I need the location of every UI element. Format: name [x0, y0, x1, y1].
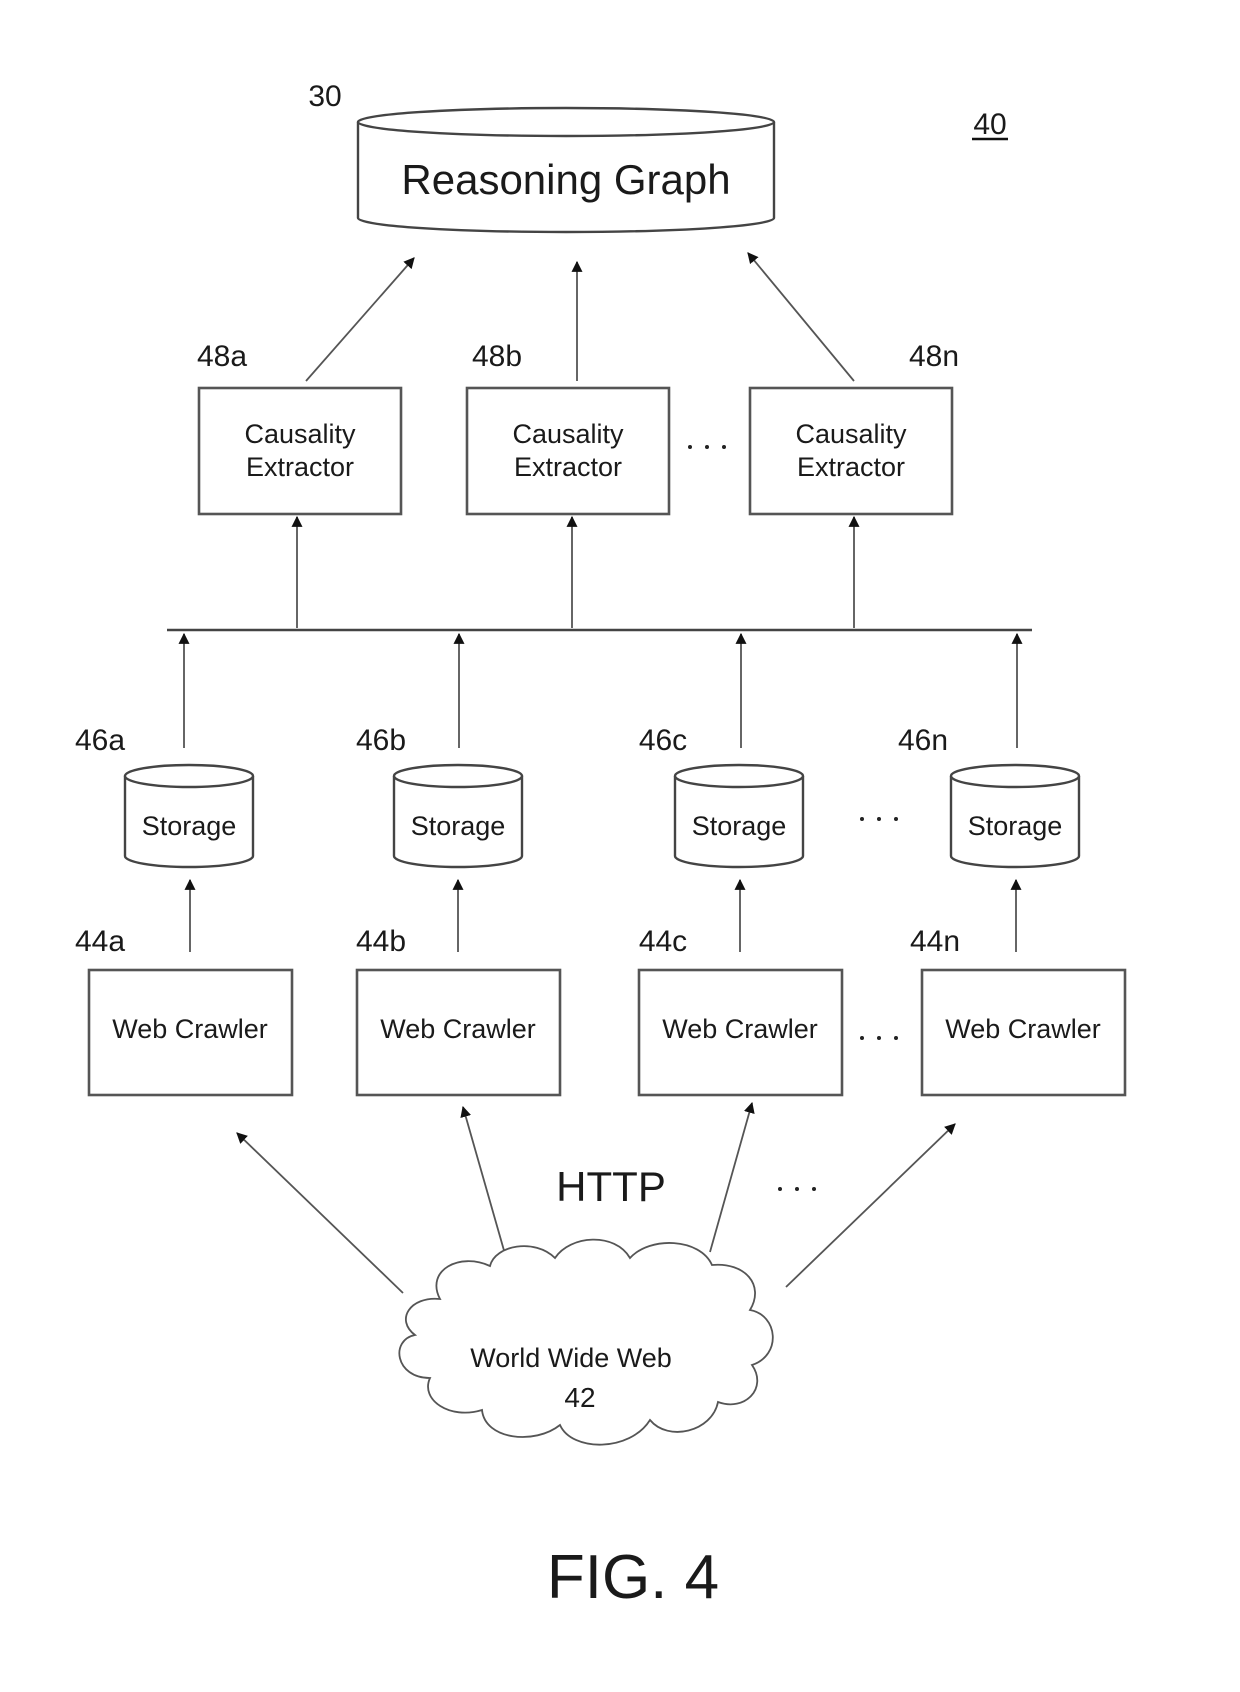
extractor-ref: 48n	[909, 340, 959, 373]
causality-extractor-48n: Causality Extractor	[748, 386, 954, 516]
storage-ref: 46c	[639, 724, 687, 757]
arrow-48a-to-graph	[305, 257, 415, 382]
causality-extractor-48a: Causality Extractor	[197, 386, 403, 516]
extractor-label-line2: Extractor	[246, 452, 354, 482]
storage-ellipsis	[860, 817, 898, 821]
figure-caption: FIG. 4	[547, 1543, 719, 1612]
storage-label: Storage	[968, 811, 1063, 841]
system-ref-label: 40	[973, 108, 1006, 141]
crawler-ref: 44n	[910, 925, 960, 958]
extractor-ref: 48a	[197, 340, 247, 373]
system-diagram: 40 30 Reasoning Graph 48a 48b 48n Causal…	[75, 80, 1127, 1612]
crawler-ref: 44c	[639, 925, 687, 958]
http-arrow-to-44n	[785, 1123, 956, 1288]
arrow-48n-to-graph	[747, 252, 855, 382]
http-label: HTTP	[556, 1163, 666, 1210]
crawler-ref: 44b	[356, 925, 406, 958]
extractor-label-line1: Causality	[512, 419, 624, 449]
storage-46b: Storage	[392, 763, 524, 869]
storage-label: Storage	[142, 811, 237, 841]
crawler-ref: 44a	[75, 925, 125, 958]
http-arrow-to-44a	[236, 1132, 404, 1294]
storage-46c: Storage	[673, 763, 805, 869]
extractor-ref: 48b	[472, 340, 522, 373]
web-crawler-44b: Web Crawler	[355, 968, 562, 1097]
http-ellipsis	[778, 1187, 816, 1191]
web-crawler-44c: Web Crawler	[637, 968, 844, 1097]
storage-46a: Storage	[123, 763, 255, 869]
web-label: World Wide Web	[470, 1343, 672, 1373]
causality-extractor-48b: Causality Extractor	[465, 386, 671, 516]
crawler-ellipsis	[860, 1036, 898, 1040]
extractor-label-line2: Extractor	[514, 452, 622, 482]
crawler-label: Web Crawler	[662, 1014, 818, 1044]
storage-ref: 46a	[75, 724, 125, 757]
storage-label: Storage	[411, 811, 506, 841]
extractor-ellipsis	[688, 445, 726, 449]
extractor-label-line1: Causality	[795, 419, 907, 449]
storage-46n: Storage	[949, 763, 1081, 869]
storage-label: Storage	[692, 811, 787, 841]
reasoning-graph-ref: 30	[308, 80, 341, 113]
storage-ref: 46b	[356, 724, 406, 757]
web-ref: 42	[564, 1382, 595, 1413]
http-arrow-to-44b	[460, 1105, 508, 1262]
crawler-label: Web Crawler	[112, 1014, 268, 1044]
http-arrow-to-44c	[709, 1101, 755, 1253]
storage-ref: 46n	[898, 724, 948, 757]
crawler-label: Web Crawler	[945, 1014, 1101, 1044]
reasoning-graph-label: Reasoning Graph	[401, 156, 730, 203]
web-crawler-44a: Web Crawler	[87, 968, 294, 1097]
crawler-label: Web Crawler	[380, 1014, 536, 1044]
extractor-label-line1: Causality	[244, 419, 356, 449]
web-crawler-44n: Web Crawler	[920, 968, 1127, 1097]
extractor-label-line2: Extractor	[797, 452, 905, 482]
